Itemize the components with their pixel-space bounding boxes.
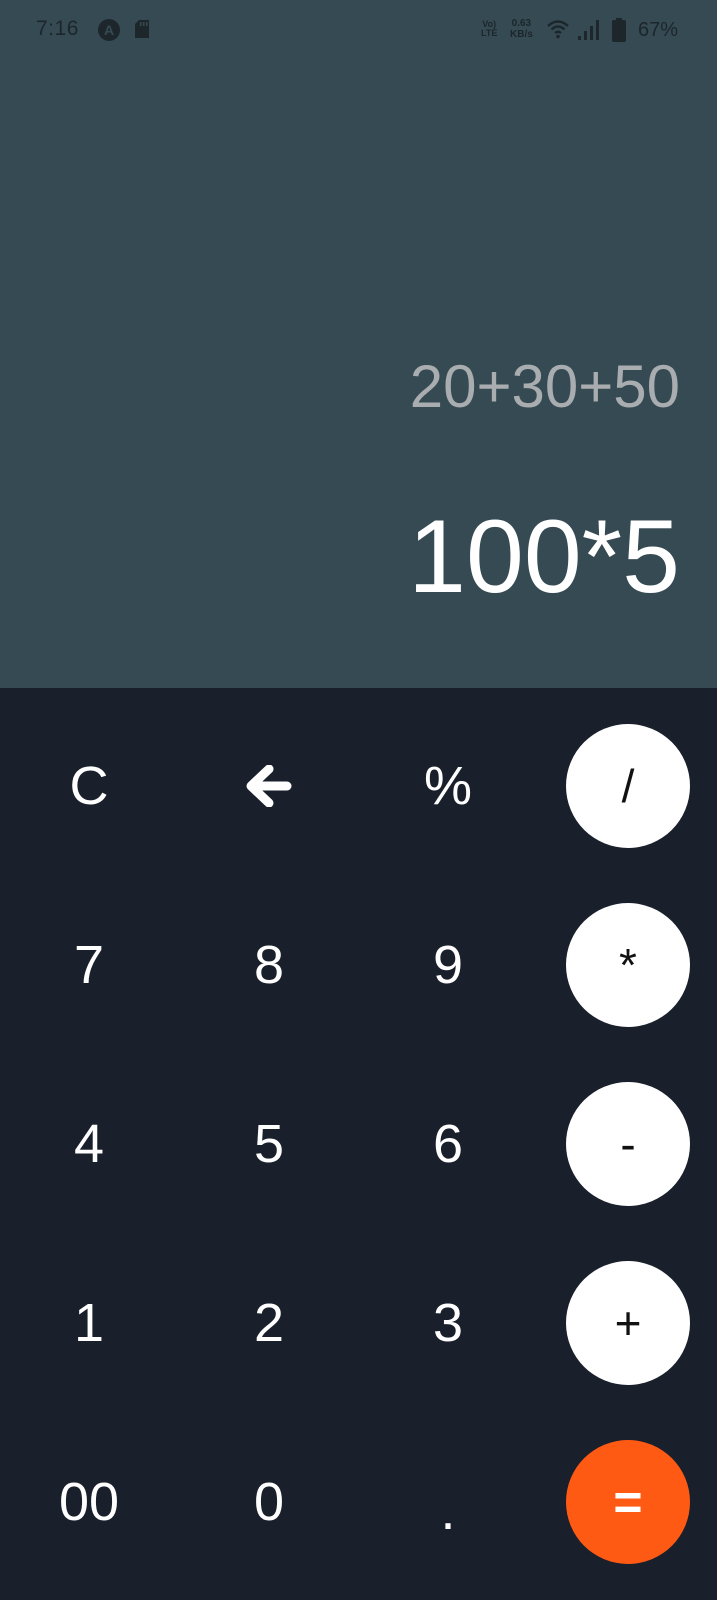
status-time: 7:16 [36, 17, 79, 40]
equals-button[interactable]: = [566, 1440, 690, 1564]
minus-button[interactable]: - [566, 1082, 690, 1206]
lte-label: LTE [481, 28, 498, 38]
decimal-button[interactable]: . [386, 1440, 510, 1564]
volte-indicator: Vo) LTE [481, 20, 497, 38]
display-panel: 7:16 A Vo) LTE 0.63 KB/s 67% 20+30+50 10… [0, 0, 717, 688]
digit-3-button[interactable]: 3 [386, 1261, 510, 1385]
cell-signal-icon [578, 20, 599, 40]
digit-9-button[interactable]: 9 [386, 903, 510, 1027]
percent-button[interactable]: % [386, 724, 510, 848]
divide-button[interactable]: / [566, 724, 690, 848]
status-bar: 7:16 A Vo) LTE 0.63 KB/s 67% [0, 0, 717, 62]
digit-5-button[interactable]: 5 [207, 1082, 331, 1206]
clear-button[interactable]: C [27, 724, 151, 848]
arrow-left-icon [246, 765, 292, 807]
digit-7-button[interactable]: 7 [27, 903, 151, 1027]
current-input: 100*5 [408, 499, 680, 615]
digit-4-button[interactable]: 4 [27, 1082, 151, 1206]
network-speed: 0.63 KB/s [510, 18, 533, 40]
digit-2-button[interactable]: 2 [207, 1261, 331, 1385]
battery-percent: 67% [638, 19, 679, 41]
digit-8-button[interactable]: 8 [207, 903, 331, 1027]
app-notification-icon: A [98, 19, 120, 41]
digit-6-button[interactable]: 6 [386, 1082, 510, 1206]
digit-0-button[interactable]: 0 [207, 1440, 331, 1564]
network-speed-value: 0.63 [511, 18, 532, 29]
digit-1-button[interactable]: 1 [27, 1261, 151, 1385]
wifi-icon [547, 20, 569, 39]
backspace-button[interactable] [207, 724, 331, 848]
plus-button[interactable]: + [566, 1261, 690, 1385]
sd-card-icon [135, 20, 149, 38]
network-speed-unit: KB/s [510, 29, 533, 40]
expression-history: 20+30+50 [409, 353, 680, 420]
double-zero-button[interactable]: 00 [27, 1440, 151, 1564]
keypad: C % / 7 8 9 * 4 5 6 - 1 2 3 + 00 0 . = [0, 688, 717, 1600]
multiply-button[interactable]: * [566, 903, 690, 1027]
battery-icon [612, 18, 626, 42]
